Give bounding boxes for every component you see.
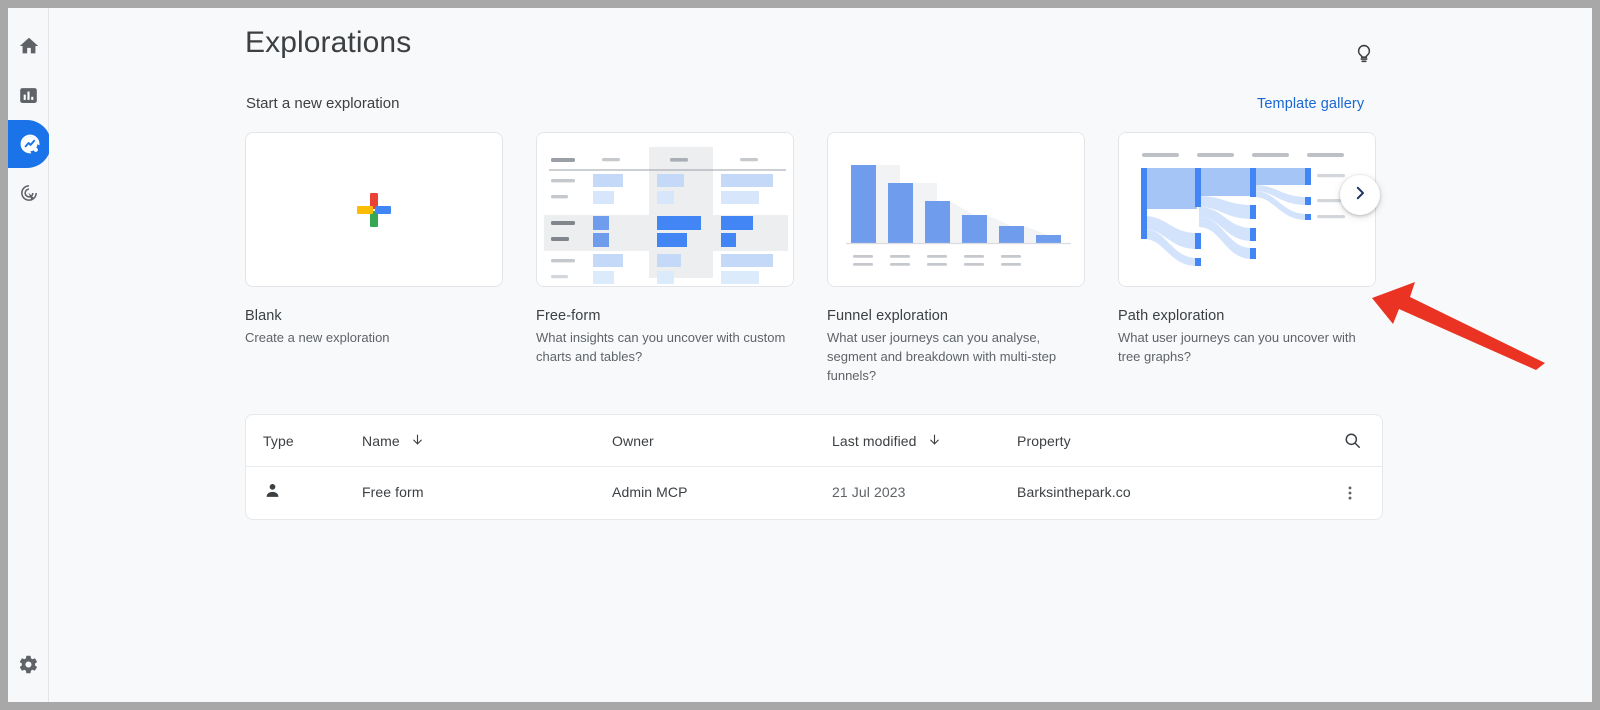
sidebar-item-advertising[interactable]	[8, 169, 49, 217]
person-icon	[263, 484, 282, 504]
table-row[interactable]: Free form Admin MCP 21 Jul 2023 Barksint…	[246, 467, 1382, 519]
card-title: Blank	[245, 308, 282, 324]
card-funnel-exploration[interactable]: Funnel exploration What user journeys ca…	[827, 132, 1085, 385]
cell-name: Free form	[362, 484, 424, 500]
free-form-table-thumbnail	[537, 133, 793, 286]
column-header-owner: Owner	[612, 432, 654, 449]
sidebar-item-admin[interactable]	[8, 640, 49, 688]
start-section-subtitle: Start a new exploration	[246, 95, 400, 112]
page-title: Explorations	[245, 26, 412, 59]
cards-next-button[interactable]	[1340, 175, 1380, 215]
explore-icon	[18, 132, 42, 156]
funnel-bar-chart-thumbnail	[828, 133, 1084, 286]
plus-icon	[357, 192, 391, 227]
chevron-right-icon	[1351, 184, 1369, 207]
card-description: What user journeys can you uncover with …	[1118, 330, 1356, 364]
card-description: What insights can you uncover with custo…	[536, 330, 786, 364]
cell-owner: Admin MCP	[612, 484, 688, 500]
card-title: Path exploration	[1118, 308, 1225, 324]
lightbulb-icon[interactable]	[1346, 36, 1382, 72]
path-sankey-thumbnail	[1119, 133, 1375, 286]
card-title: Free-form	[536, 308, 601, 324]
sidebar-item-home[interactable]	[8, 22, 49, 70]
arrow-down-icon	[927, 432, 942, 450]
column-header-last-modified-label: Last modified	[832, 432, 917, 449]
card-path-exploration[interactable]: Path exploration What user journeys can …	[1118, 132, 1376, 366]
card-description: What user journeys can you analyse, segm…	[827, 330, 1057, 383]
home-icon	[18, 35, 40, 57]
explorations-table: Type Name Owner Last modified Property F…	[245, 414, 1383, 520]
column-header-name[interactable]: Name	[362, 432, 612, 450]
main-content: Explorations Start a new exploration Tem…	[49, 8, 1592, 702]
left-navigation-rail	[8, 8, 51, 702]
sidebar-item-reports[interactable]	[8, 71, 49, 119]
column-header-type: Type	[263, 432, 294, 449]
gear-icon	[18, 654, 39, 675]
template-gallery-link[interactable]: Template gallery	[1257, 96, 1364, 112]
card-path-thumbnail[interactable]	[1118, 132, 1376, 287]
cell-property: Barksinthepark.co	[1017, 484, 1131, 500]
column-header-property: Property	[1017, 432, 1071, 449]
card-blank[interactable]: Blank Create a new exploration	[245, 132, 503, 347]
card-blank-thumbnail[interactable]	[245, 132, 503, 287]
card-title: Funnel exploration	[827, 308, 949, 324]
cell-last-modified: 21 Jul 2023	[832, 484, 906, 500]
card-free-form[interactable]: Free-form What insights can you uncover …	[536, 132, 794, 366]
card-free-form-thumbnail[interactable]	[536, 132, 794, 287]
app-window: Explorations Start a new exploration Tem…	[8, 8, 1592, 702]
more-vertical-icon[interactable]	[1340, 481, 1360, 505]
bar-chart-icon	[18, 85, 39, 106]
card-description: Create a new exploration	[245, 330, 390, 345]
column-header-name-label: Name	[362, 432, 400, 449]
search-icon[interactable]	[1340, 429, 1364, 453]
card-funnel-thumbnail[interactable]	[827, 132, 1085, 287]
sidebar-item-explore[interactable]	[8, 120, 51, 168]
arrow-down-icon	[410, 432, 425, 450]
advertising-target-icon	[18, 182, 40, 204]
table-header-row: Type Name Owner Last modified Property	[246, 415, 1382, 467]
column-header-last-modified[interactable]: Last modified	[832, 432, 1017, 450]
exploration-template-cards: Blank Create a new exploration Free-form…	[245, 132, 1465, 385]
